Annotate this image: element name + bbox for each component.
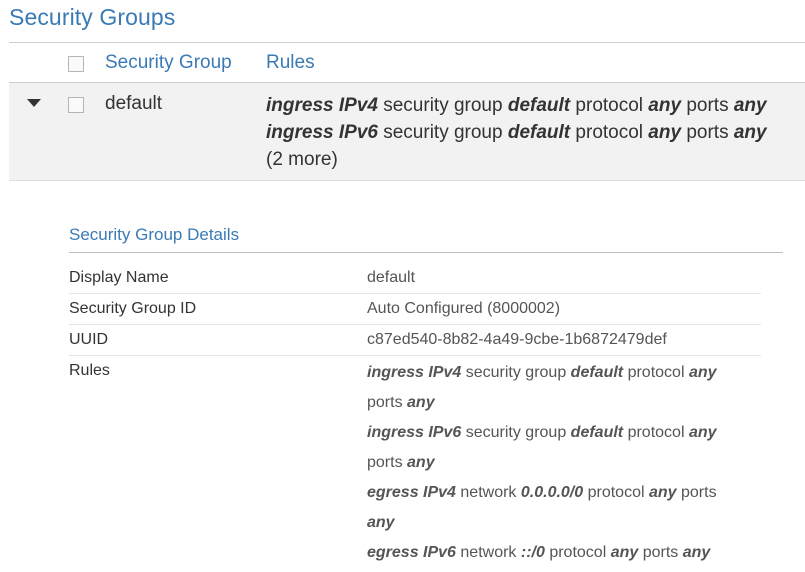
rule-line: ingress IPv4 security group default prot… <box>266 95 767 116</box>
title-divider <box>9 42 805 43</box>
detail-row-display-name: Display Name default <box>69 262 761 294</box>
table-header: Security Group Rules <box>9 44 805 83</box>
detail-label: Display Name <box>69 269 169 286</box>
rule-line: egress IPv4 network 0.0.0.0/0 protocol a… <box>367 484 717 531</box>
collapse-caret-icon[interactable] <box>27 99 41 107</box>
security-group-name: default <box>105 93 163 114</box>
rule-line: ingress IPv6 security group default prot… <box>266 122 767 143</box>
rules-summary: ingress IPv4 security group default prot… <box>266 92 805 173</box>
details-rules-list: ingress IPv4 security group default prot… <box>367 358 747 568</box>
row-select-checkbox[interactable] <box>68 97 84 113</box>
detail-row-security-group-id: Security Group ID Auto Configured (80000… <box>69 293 761 325</box>
detail-value: default <box>367 269 416 286</box>
rule-line: ingress IPv6 security group default prot… <box>367 424 717 471</box>
column-header-security-group[interactable]: Security Group <box>105 52 232 74</box>
details-title: Security Group Details <box>69 225 240 244</box>
column-header-rules[interactable]: Rules <box>266 52 315 74</box>
detail-label: Security Group ID <box>69 300 197 317</box>
detail-label: UUID <box>69 331 109 348</box>
detail-value: Auto Configured (8000002) <box>367 300 561 317</box>
rule-line: egress IPv6 network ::/0 protocol any po… <box>367 544 711 561</box>
detail-value: c87ed540-8b82-4a49-9cbe-1b6872479def <box>367 331 667 348</box>
select-all-checkbox[interactable] <box>68 56 84 72</box>
detail-label-rules: Rules <box>69 362 110 379</box>
table-row[interactable]: default ingress IPv4 security group defa… <box>9 83 805 181</box>
page-title: Security Groups <box>9 4 176 30</box>
more-rules-count: (2 more) <box>266 149 338 170</box>
rule-line: ingress IPv4 security group default prot… <box>367 364 717 411</box>
detail-row-uuid: UUID c87ed540-8b82-4a49-9cbe-1b6872479de… <box>69 324 761 356</box>
details-divider <box>69 252 783 253</box>
